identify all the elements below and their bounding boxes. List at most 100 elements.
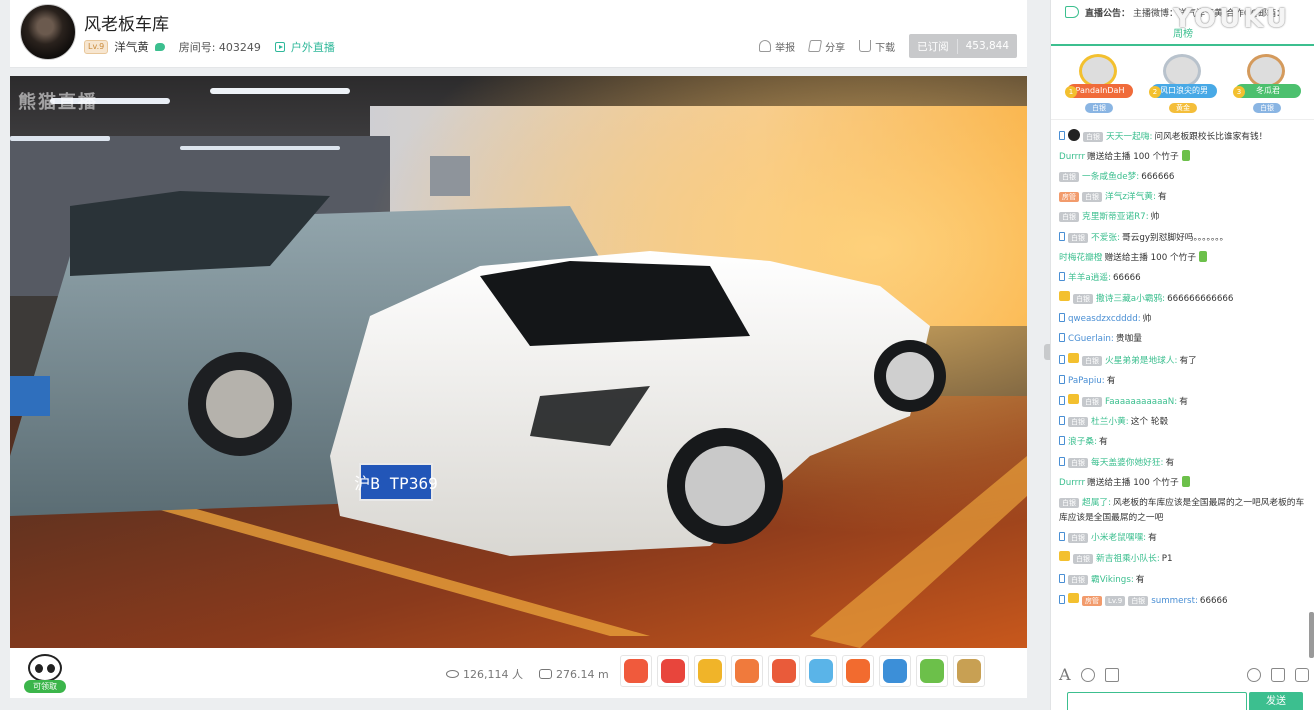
bamboo-weight: 276.14 m [555, 667, 609, 681]
chat-messages[interactable]: 白银 天天一起嗨: 问风老板跟校长比谁家有钱！ Durrrr 赠送给主播 100 个竹子… [1059, 126, 1311, 654]
mobile-icon [1059, 396, 1065, 406]
chat-username[interactable]: CGuerlain: [1068, 334, 1114, 344]
header-actions: 举报 分享 下载 已订阅 453,844 [759, 34, 1017, 58]
chat-username[interactable]: 浪子桑: [1068, 437, 1097, 447]
chat-username[interactable]: 超属了: [1082, 498, 1111, 508]
gift-item[interactable] [731, 655, 763, 687]
gift-item[interactable] [916, 655, 948, 687]
chat-username[interactable]: 天天一起嗨: [1106, 132, 1152, 142]
ranking-entry[interactable]: 2 风口浪尖的男 黄金 [1143, 50, 1223, 120]
chat-username[interactable]: 霸Vikings: [1091, 575, 1134, 585]
chat-username[interactable]: qweasdzxcdddd: [1068, 314, 1141, 324]
chat-username[interactable]: 小米老鼠嘿嘿: [1091, 533, 1146, 543]
lock-icon[interactable] [1295, 668, 1309, 682]
user-avatar[interactable] [1068, 128, 1080, 141]
user-badge: Lv.9 [1105, 595, 1126, 606]
claim-reward-button[interactable]: 可领取 [22, 654, 68, 694]
gift-item[interactable] [805, 655, 837, 687]
chat-message: 白银 一条咸鱼de梦: 666666 [1059, 167, 1311, 187]
speaker-icon [1065, 6, 1079, 18]
font-icon[interactable]: A [1059, 667, 1071, 683]
ranking-badge: 黄金 [1169, 103, 1197, 113]
chat-username[interactable]: 火星弟弟是地球人: [1105, 356, 1177, 366]
gift-item[interactable] [620, 655, 652, 687]
chat-username[interactable]: 新吉祖乘小队长: [1096, 554, 1160, 564]
trash-icon[interactable] [1271, 668, 1285, 682]
chat-text: 有 [1157, 192, 1167, 203]
host-name[interactable]: 洋气黄 [114, 39, 149, 55]
chat-message: 房管 Lv.9 白银 summerst: 66666 [1059, 590, 1311, 611]
mobile-icon [1059, 374, 1065, 384]
video-player[interactable]: 沪B TP369 熊猫直播 [10, 76, 1027, 648]
chat-username[interactable]: 不爱张: [1091, 233, 1120, 243]
video-frame: 沪B TP369 [10, 76, 1027, 648]
host-avatar[interactable] [20, 4, 76, 60]
chat-username[interactable]: 克里斯蒂亚诺R7: [1082, 212, 1149, 222]
ranking-avatar [1163, 54, 1201, 88]
gift-item[interactable] [657, 655, 689, 687]
user-badge: 房管 [1082, 595, 1102, 606]
gift-item[interactable] [879, 655, 911, 687]
report-button[interactable]: 举报 [759, 34, 795, 58]
chat-username[interactable]: 杜兰小黄: [1091, 417, 1129, 427]
user-badge: 白银 [1068, 417, 1088, 428]
ranking-entry[interactable]: 3 冬瓜君 白银 [1227, 50, 1307, 120]
subscribe-button[interactable]: 已订阅 453,844 [909, 34, 1017, 58]
chat-username[interactable]: summerst: [1151, 596, 1198, 606]
download-button[interactable]: 下载 [859, 34, 895, 58]
share-button[interactable]: 分享 [808, 34, 845, 58]
claim-label: 可领取 [24, 680, 66, 693]
chat-username[interactable]: 洋气z洋气黄: [1105, 192, 1156, 202]
chat-username[interactable]: 一条咸鱼de梦: [1082, 172, 1139, 182]
chat-username[interactable]: 羊羊a逍遥: [1068, 273, 1111, 283]
emoji-icon[interactable] [1081, 668, 1095, 682]
crown-icon [1059, 291, 1070, 302]
chat-username[interactable]: FaaaaaaaaaaaN: [1105, 397, 1177, 407]
tab-weekly[interactable]: 周榜 [1051, 26, 1314, 46]
user-badge: 房管 [1059, 192, 1079, 203]
user-badge: 白银 [1073, 294, 1093, 305]
viewer-stat: 126,114 人 [446, 666, 523, 682]
chat-username[interactable]: PaPapiu: [1068, 376, 1105, 386]
meat-icon [735, 659, 759, 683]
chat-text: 赠送给主播 100 个竹子 [1087, 477, 1179, 488]
gift-box-icon[interactable] [1105, 668, 1119, 682]
chat-message: 白银 超属了: 风老板的车库应该是全国最屌的之一吧风老板的车库应该是全国最屌的之一吧 [1059, 493, 1311, 528]
user-badge: 白银 [1082, 192, 1102, 203]
room-category[interactable]: 户外直播 [291, 39, 335, 55]
ranking-podium: 1 PandaInDaH 白银 2 风口浪尖的男 黄金 3 冬瓜君 白银 [1051, 50, 1314, 120]
chat-username[interactable]: 时梅花瓣橙 [1059, 253, 1102, 263]
gift-item[interactable] [694, 655, 726, 687]
user-badge: 白银 [1083, 131, 1103, 142]
chat-scrollbar[interactable] [1309, 612, 1314, 658]
chat-message: 白银 火星弟弟是地球人: 有了 [1059, 350, 1311, 371]
chat-username[interactable]: Durrrr [1059, 478, 1085, 488]
gift-item[interactable] [953, 655, 985, 687]
ranking-entry[interactable]: 1 PandaInDaH 白银 [1059, 50, 1139, 120]
player-bottom-bar: 可领取 126,114 人 276.14 m [10, 648, 1027, 698]
chat-username[interactable]: Durrrr [1059, 152, 1085, 162]
live-room: 风老板车库 Lv.9 洋气黄 房间号: 403249 户外直播 举报 分享 下载 [0, 0, 1314, 710]
mobile-icon [1059, 333, 1065, 343]
chat-message: 浪子桑: 有 [1059, 433, 1311, 453]
chat-username[interactable]: 撒诗三藏a小霸鸦: [1096, 294, 1165, 304]
chat-message: 白银 天天一起嗨: 问风老板跟校长比谁家有钱！ [1059, 126, 1311, 147]
ranking-badge: 白银 [1085, 103, 1113, 113]
panda-icon [28, 654, 62, 682]
gift-item[interactable] [768, 655, 800, 687]
send-button[interactable]: 发送 [1249, 692, 1303, 710]
message-icon[interactable] [154, 43, 165, 51]
chat-input[interactable] [1067, 692, 1247, 710]
chat-message: 白银 撒诗三藏a小霸鸦: 666666666666 [1059, 289, 1311, 310]
report-icon [759, 40, 772, 52]
room-number: 房间号: 403249 [178, 41, 261, 54]
chat-text: 66666 [1199, 595, 1228, 606]
mobile-icon [1059, 416, 1065, 426]
chat-username[interactable]: 每天盖婆你她好狂: [1091, 458, 1163, 468]
chat-message: 房管 白银 洋气z洋气黄: 有 [1059, 188, 1311, 208]
block-icon[interactable] [1247, 668, 1261, 682]
crown-icon [1068, 592, 1079, 603]
user-badge: 白银 [1068, 533, 1088, 544]
gift-item[interactable] [842, 655, 874, 687]
chat-text: 赠送给主播 100 个竹子 [1104, 252, 1197, 263]
